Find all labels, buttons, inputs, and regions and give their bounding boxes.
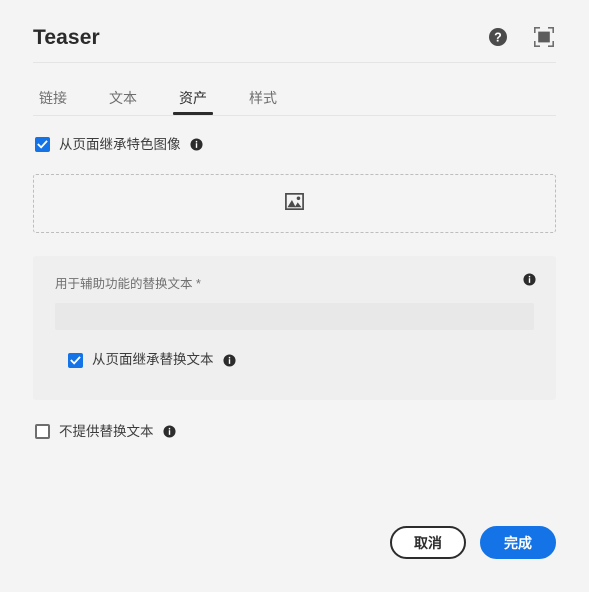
tab-text[interactable]: 文本 [103,91,143,115]
dialog-footer: 取消 完成 [0,526,589,592]
info-icon[interactable] [162,425,176,438]
svg-text:?: ? [494,31,502,45]
dialog-header: Teaser ? [0,0,589,48]
done-button[interactable]: 完成 [480,526,556,559]
no-alt-text-checkbox[interactable] [35,424,50,439]
tab-assets[interactable]: 资产 [173,91,213,115]
help-circle-icon[interactable]: ? [487,26,509,48]
inherit-alt-text-checkbox[interactable] [68,352,83,368]
inherit-featured-image-row: 从页面继承特色图像 [33,137,556,152]
inherit-featured-image-checkbox[interactable] [35,137,50,152]
info-icon[interactable] [222,353,236,367]
header-actions: ? [487,26,559,48]
alt-text-panel: 用于辅助功能的替换文本 * 从页面继承替换文本 [33,256,556,400]
checkmark-icon [37,140,48,149]
image-placeholder-icon [285,192,304,215]
tab-styles[interactable]: 样式 [243,91,283,115]
tab-bar: 链接 文本 资产 样式 [0,77,589,115]
teaser-dialog: Teaser ? 链接 文本 资产 样式 从页面继承特色图像 用于辅助功能的替换… [0,0,589,592]
tab-links[interactable]: 链接 [33,91,73,115]
assets-tab-panel: 从页面继承特色图像 用于辅助功能的替换文本 * 从页面继承替换文本 不提供替换文… [0,116,589,526]
no-alt-text-row: 不提供替换文本 [33,424,556,439]
no-alt-text-label: 不提供替换文本 [59,423,154,439]
inherit-featured-image-label: 从页面继承特色图像 [59,136,181,152]
fullscreen-icon[interactable] [533,26,555,48]
alt-text-input[interactable] [55,302,534,330]
alt-text-label: 用于辅助功能的替换文本 * [55,277,201,291]
image-dropzone[interactable] [33,174,556,233]
inherit-alt-text-label: 从页面继承替换文本 [92,352,214,368]
inherit-alt-text-row: 从页面继承替换文本 [55,352,534,368]
info-icon[interactable] [189,138,203,151]
header-divider [33,62,556,63]
checkmark-icon [70,355,81,365]
page-title: Teaser [33,25,100,49]
cancel-button[interactable]: 取消 [390,526,466,559]
info-icon[interactable] [523,273,536,286]
